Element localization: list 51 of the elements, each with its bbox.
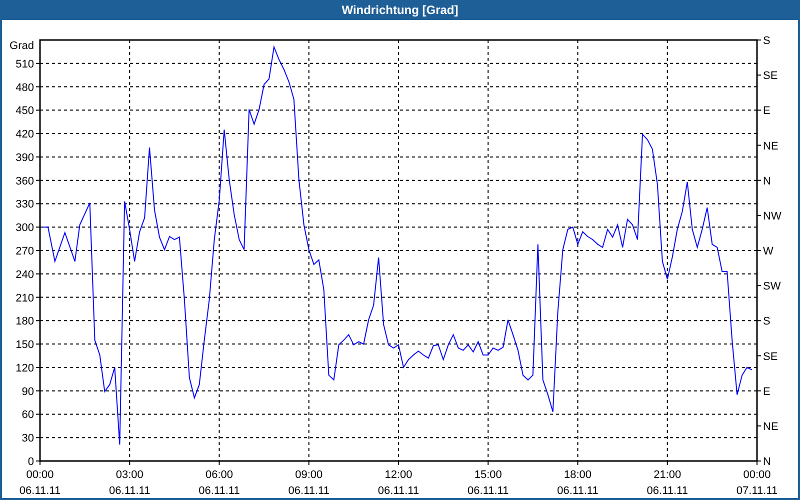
y-tick-label: 450 (16, 105, 34, 118)
x-tick-date: 06.11.11 (378, 485, 420, 497)
y-tick-label: 390 (16, 152, 34, 164)
x-tick-date: 07.11.11 (736, 485, 778, 497)
compass-tick-label: NW (763, 210, 782, 222)
x-tick-label: 18:00 (564, 469, 592, 481)
compass-tick-label: NE (763, 140, 778, 152)
y-tick-label: 30 (22, 432, 34, 445)
y-tick-label: 120 (16, 362, 34, 374)
y-tick-label: 360 (16, 175, 34, 188)
y-tick-label: 90 (22, 386, 34, 398)
y-tick-label: 480 (16, 82, 34, 94)
compass-tick-label: N (763, 456, 771, 468)
x-tick-label: 00:00 (26, 469, 54, 481)
y-tick-label: 150 (16, 339, 34, 352)
y-tick-label: 270 (16, 246, 34, 258)
compass-tick-label: SE (763, 70, 778, 82)
x-tick-date: 06.11.11 (109, 485, 150, 497)
y-tick-label: 180 (16, 316, 34, 328)
compass-tick-label: S (763, 316, 770, 328)
x-tick-label: 21:00 (654, 469, 682, 481)
y-axis-title: Grad (10, 40, 34, 52)
x-tick-label: 00:00 (743, 469, 771, 481)
x-tick-label: 09:00 (295, 469, 323, 481)
x-tick-date: 06.11.11 (198, 485, 240, 497)
compass-tick-label: NE (763, 420, 778, 433)
compass-tick-label: SE (763, 350, 778, 363)
y-tick-label: 300 (16, 222, 34, 234)
y-tick-label: 330 (16, 198, 34, 211)
compass-tick-label: E (763, 386, 770, 398)
compass-tick-label: S (763, 35, 770, 47)
compass-tick-label: E (763, 105, 770, 118)
x-tick-label: 12:00 (384, 469, 412, 481)
x-tick-date: 06.11.11 (557, 485, 598, 497)
x-tick-label: 03:00 (116, 469, 144, 481)
y-tick-label: 0 (28, 456, 34, 468)
y-tick-label: 60 (22, 409, 34, 422)
window-title: Windrichtung [Grad] (342, 2, 458, 19)
x-tick-date: 06.11.11 (468, 485, 509, 497)
x-tick-label: 06:00 (205, 469, 234, 481)
y-tick-label: 510 (16, 58, 34, 70)
y-tick-label: 420 (16, 128, 34, 141)
x-tick-date: 06.11.11 (19, 485, 61, 497)
x-tick-label: 15:00 (474, 469, 502, 481)
compass-tick-label: SW (763, 280, 781, 293)
compass-tick-label: N (763, 175, 771, 188)
y-tick-label: 210 (16, 292, 34, 304)
x-tick-date: 06.11.11 (288, 485, 330, 497)
x-tick-date: 06.11.11 (646, 485, 688, 497)
y-tick-label: 240 (16, 268, 34, 281)
compass-tick-label: W (763, 246, 774, 258)
